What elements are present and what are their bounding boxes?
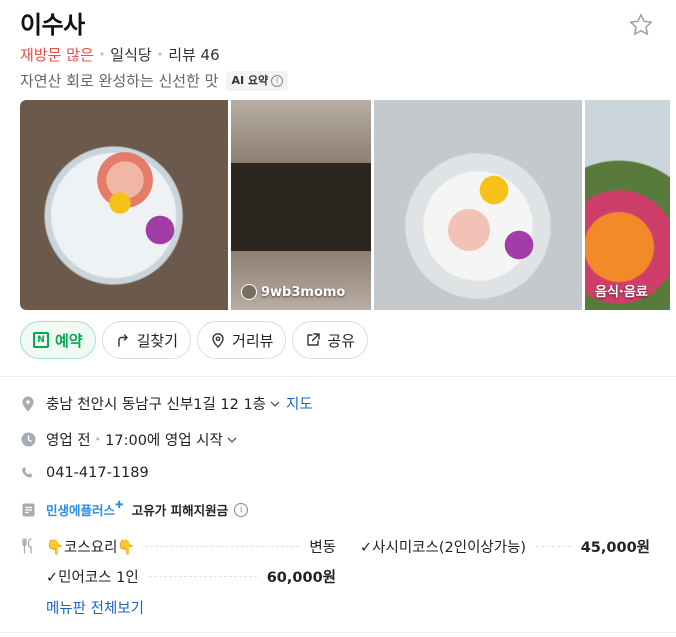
menu-item[interactable]: 👇코스요리👇 변동 [46,536,336,557]
note-icon [20,502,36,518]
info-icon: i [271,75,284,87]
directions-label: 길찾기 [136,331,179,350]
menu-item-name: ✓민어코스 1인 [46,570,139,586]
address-row: 충남 천안시 동남구 신부1길 12 1층 지도 [20,393,660,414]
opening-time[interactable]: 17:00에 영업 시작 [105,429,223,450]
street-view-button[interactable]: 거리뷰 [197,321,287,359]
menu-item[interactable]: ✓사시미코스(2인이상가능) 45,000원 [360,536,650,557]
street-view-label: 거리뷰 [232,331,274,350]
menu-item-name: ✓사시미코스(2인이상가능) [360,540,527,556]
business-status: 영업 전 [46,433,91,449]
separator-dot: • [98,48,106,61]
ai-chip-label: AI 요약 [231,74,269,87]
directions-icon [117,334,128,347]
clock-icon [20,432,36,448]
hours-row: 영업 전 • 17:00에 영업 시작 [20,429,660,450]
menu-leader [148,576,257,577]
menu-item-name: 👇코스요리👇 [46,540,136,556]
avatar [241,284,257,300]
menu-leader [536,546,571,547]
separator-dot: • [156,48,164,61]
photo-food-drink[interactable]: 음식·음료 [585,100,670,310]
promo-text[interactable]: 민생에플러스✚ 고유가 피해지원금 [46,500,228,519]
phone-row: 041-417-1189 [20,465,660,481]
phone-number[interactable]: 041-417-1189 [46,465,149,481]
category-label: 일식당 [110,46,152,64]
directions-button[interactable]: 길찾기 [101,321,192,359]
promo-subsidy: 고유가 피해지원금 [131,503,229,518]
fork-knife-icon [20,538,36,554]
ai-summary-chip[interactable]: AI 요약 i [226,71,289,91]
reserve-label: 예약 [55,331,83,350]
menu-item[interactable]: ✓민어코스 1인 60,000원 [46,566,336,587]
photo-author: 9wb3momo [241,284,345,300]
address-text[interactable]: 충남 천안시 동남구 신부1길 12 1층 [46,393,266,414]
street-view-icon [212,333,224,348]
place-name: 이수사 [20,11,85,39]
photo-sashimi-platter[interactable] [20,100,228,310]
photo-user-upload[interactable]: 9wb3momo [231,100,371,310]
chevron-down-icon[interactable] [227,435,237,445]
action-bar: N 예약 길찾기 거리뷰 공유 [20,321,369,359]
summary-text: 자연산 회로 완성하는 신선한 맛 [20,72,219,90]
info-icon[interactable]: i [234,502,249,517]
place-header: 이수사 재방문 많은 • 일식당 • 리뷰 46 자연산 회로 완성하는 신선한… [20,8,660,92]
photo-chef-plate[interactable] [374,100,582,310]
photo-category-label: 음식·음료 [595,285,648,300]
section-divider [0,376,676,377]
view-full-menu-link[interactable]: 메뉴판 전체보기 [46,597,144,618]
review-count[interactable]: 리뷰 46 [168,44,219,66]
share-button[interactable]: 공유 [292,321,369,359]
photo-strip: 9wb3momo 음식·음료 [20,100,670,310]
ai-summary: 자연산 회로 완성하는 신선한 맛 AI 요약 i [20,70,660,92]
chevron-down-icon[interactable] [270,399,280,409]
location-pin-icon [20,396,36,412]
revisit-tag: 재방문 많은 [20,46,94,64]
section-divider [0,632,676,633]
promo-brand: 민생에플러스 [46,503,116,518]
star-icon[interactable] [628,12,654,38]
separator-dot: • [94,433,102,446]
place-meta: 재방문 많은 • 일식당 • 리뷰 46 [20,44,660,66]
menu-item-price: 변동 [309,540,336,556]
naver-reservation-icon: N [33,332,49,348]
menu-leader [145,546,300,547]
share-icon [307,333,321,346]
menu-item-price: 60,000원 [266,570,336,586]
photo-author-name: 9wb3momo [261,284,346,300]
menu-item-price: 45,000원 [580,540,650,556]
map-link[interactable]: 지도 [286,393,313,414]
promo-row: 민생에플러스✚ 고유가 피해지원금 i [20,500,660,519]
phone-icon [20,465,36,481]
reserve-button[interactable]: N 예약 [20,321,96,359]
plus-icon: ✚ [115,500,124,511]
share-label: 공유 [327,331,356,350]
